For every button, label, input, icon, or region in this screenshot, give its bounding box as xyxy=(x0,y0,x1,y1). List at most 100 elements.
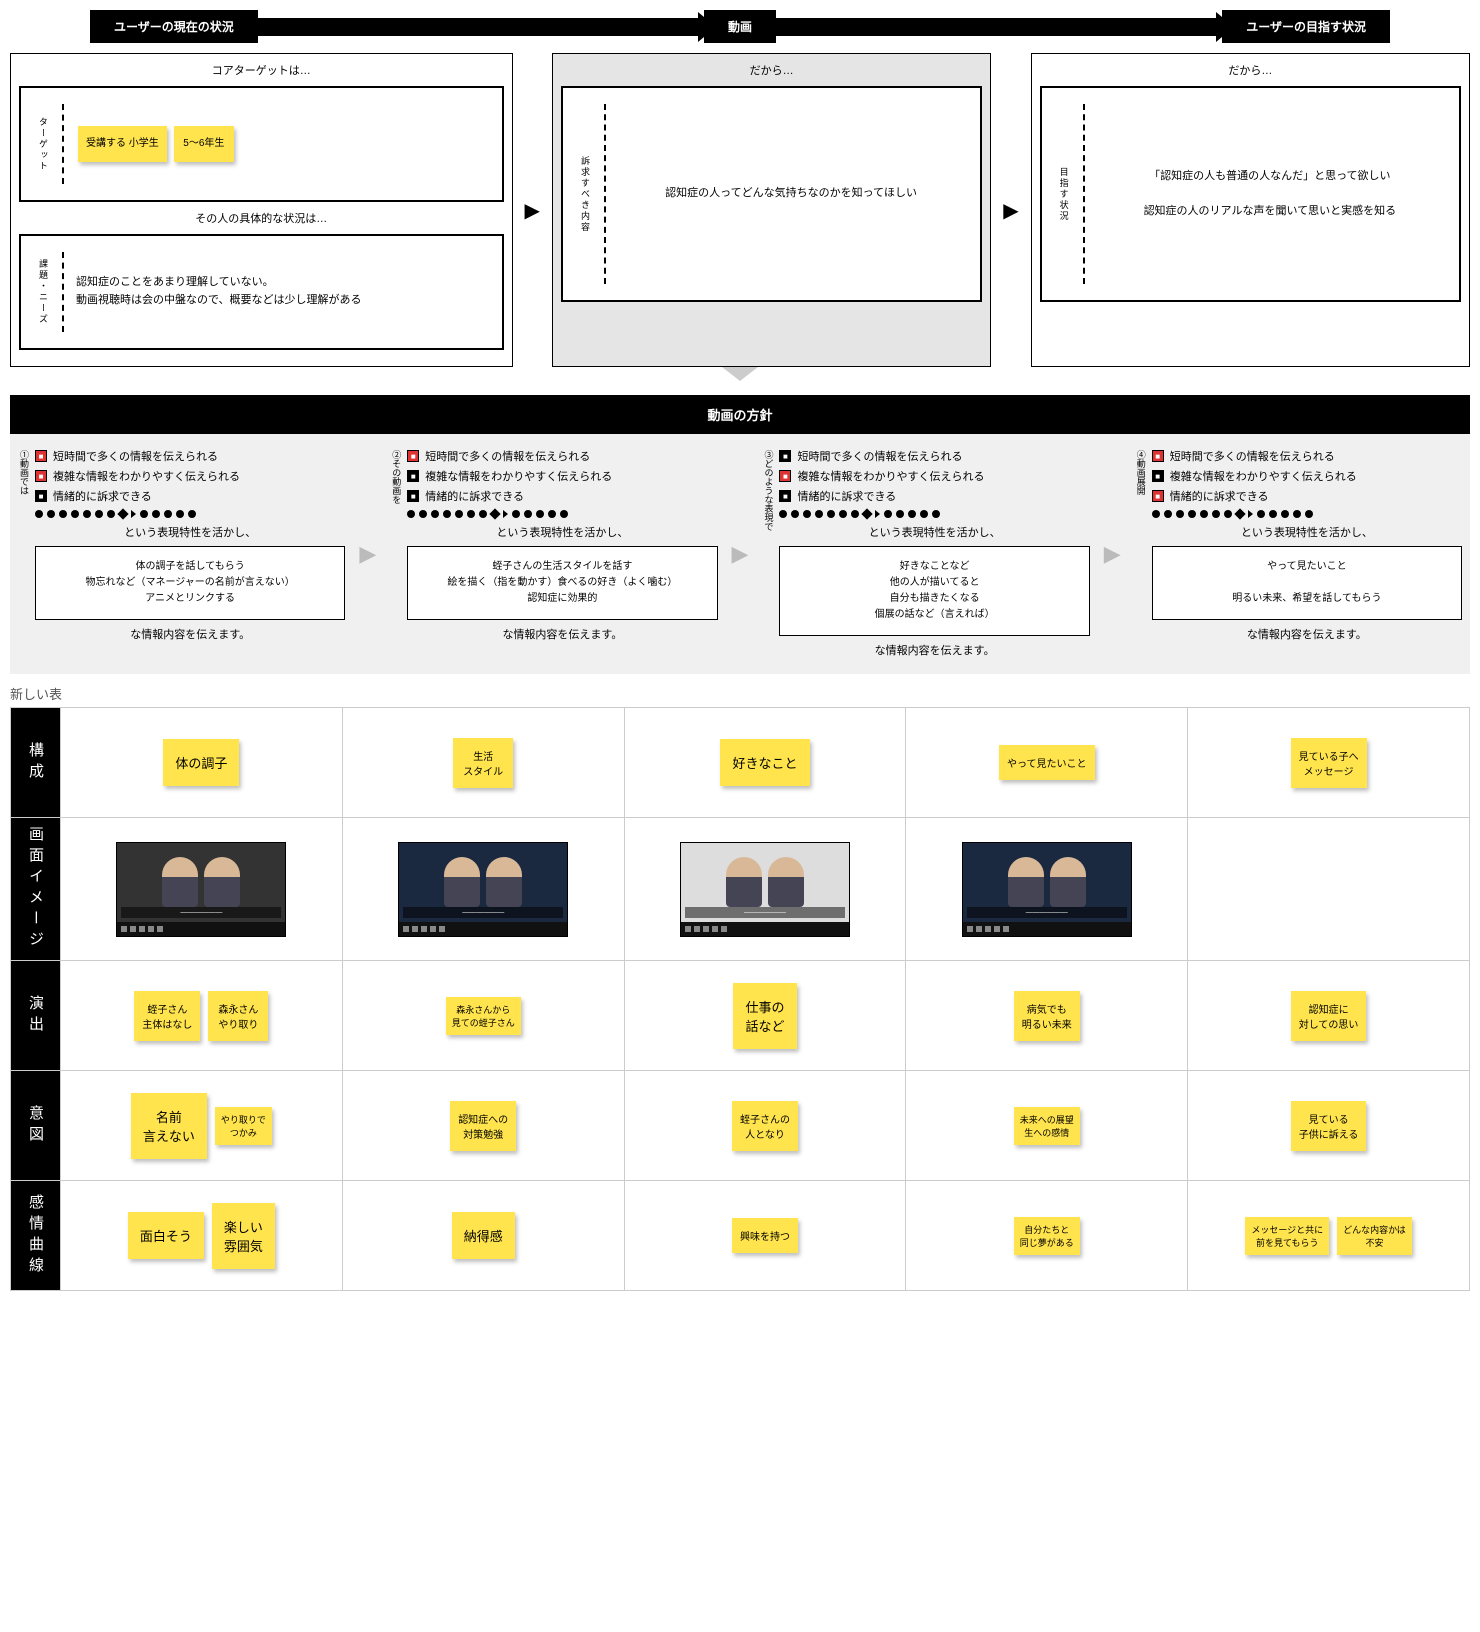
table-cell: ―――――― xyxy=(625,818,907,961)
video-thumbnail[interactable]: ―――――― xyxy=(398,842,568,937)
table-cell: 未来への展望 生への感情 xyxy=(906,1071,1188,1181)
sticky-note[interactable]: メッセージと共に 前を見てもらう xyxy=(1245,1217,1329,1255)
sticky-note[interactable]: 名前 言えない xyxy=(131,1093,207,1159)
sticky-note[interactable]: 5〜6年生 xyxy=(174,126,234,162)
sticky-note[interactable]: やって見たいこと xyxy=(999,745,1095,780)
check-item: ■短時間で多くの情報を伝えられる xyxy=(35,448,345,464)
table-cell: メッセージと共に 前を見てもらうどんな内容かは 不安 xyxy=(1188,1181,1470,1291)
panel-heading: コアターゲットは… xyxy=(19,62,504,78)
needs-text: 認知症のことをあまり理解していない。 動画視聴時は会の中盤なので、概要などは少し… xyxy=(76,274,486,309)
sticky-note[interactable]: 納得感 xyxy=(452,1212,515,1259)
chevron-right-icon: ▶ xyxy=(1104,541,1121,567)
checkbox-icon: ■ xyxy=(779,450,791,462)
video-thumbnail[interactable]: ―――――― xyxy=(680,842,850,937)
vlabel-needs: 課題・ニーズ xyxy=(37,259,50,325)
video-thumbnail[interactable]: ―――――― xyxy=(116,842,286,937)
policy-exploit-text: という表現特性を活かし、 xyxy=(779,524,1089,540)
sticky-note[interactable]: 見ている 子供に訴える xyxy=(1291,1101,1367,1151)
check-label: 短時間で多くの情報を伝えられる xyxy=(797,448,962,464)
check-label: 情緒的に訴求できる xyxy=(425,488,524,504)
check-item: ■ 短時間で多くの情報を伝えられる xyxy=(779,448,1089,464)
sticky-note[interactable]: 認知症に 対しての思い xyxy=(1291,991,1367,1041)
check-label: 情緒的に訴求できる xyxy=(1170,488,1269,504)
sticky-note[interactable]: やり取りで つかみ xyxy=(215,1107,272,1145)
checkbox-icon: ■ xyxy=(35,450,47,462)
table-cell: 好きなこと xyxy=(625,708,907,818)
policy-content-box: 蛭子さんの生活スタイルを話す 絵を描く（指を動かす）食べるの好き（よく噛む） 認… xyxy=(407,546,717,620)
video-thumbnail[interactable]: ―――――― xyxy=(962,842,1132,937)
check-label: 短時間で多くの情報を伝えられる xyxy=(1170,448,1335,464)
flow-label-right: ユーザーの目指す状況 xyxy=(1222,10,1390,43)
pointer-down-icon xyxy=(722,367,758,381)
policy-convey-text: な情報内容を伝えます。 xyxy=(779,642,1089,658)
table-cell: 見ている子へ メッセージ xyxy=(1188,708,1470,818)
sticky-note[interactable]: 森永さん やり取り xyxy=(208,991,268,1041)
check-label: 複雑な情報をわかりやすく伝えられる xyxy=(53,468,240,484)
sticky-note[interactable]: 受講する 小学生 xyxy=(78,126,167,162)
row-header-kosei: 構成 xyxy=(11,708,61,818)
chevron-right-icon: ▶ xyxy=(732,541,749,567)
policy-title-bar: 動画の方針 xyxy=(10,395,1470,434)
checkbox-icon: ■ xyxy=(1152,450,1164,462)
check-item: ■ 情緒的に訴求できる xyxy=(35,488,345,504)
sticky-note[interactable]: 自分たちと 同じ夢がある xyxy=(1014,1217,1080,1255)
sticky-note[interactable]: 認知症への 対策勉強 xyxy=(450,1101,516,1151)
sticky-note[interactable]: 面白そう xyxy=(128,1212,204,1259)
chevron-right-icon: ▶ xyxy=(999,198,1022,223)
table-cell: 自分たちと 同じ夢がある xyxy=(906,1181,1188,1291)
table-title: 新しい表 xyxy=(10,684,1470,703)
sticky-note[interactable]: 見ている子へ メッセージ xyxy=(1291,738,1367,788)
table-cell xyxy=(1188,818,1470,961)
policy-convey-text: な情報内容を伝えます。 xyxy=(1152,626,1462,642)
arrow-icon xyxy=(258,18,704,36)
policy-column: ①動画では■短時間で多くの情報を伝えられる■複雑な情報をわかりやすく伝えられる■… xyxy=(10,434,353,674)
sticky-note[interactable]: どんな内容かは 不安 xyxy=(1337,1217,1412,1255)
planning-table: 構成 体の調子 生活 スタイル 好きなこと やって見たいこと 見ている子へ メッセージ画面… xyxy=(10,707,1470,1291)
sticky-note[interactable]: 楽しい 雰囲気 xyxy=(212,1203,275,1269)
dots-divider xyxy=(35,510,345,518)
panel-heading: だから… xyxy=(561,62,982,78)
table-cell: やって見たいこと xyxy=(906,708,1188,818)
check-item: ■ 短時間で多くの情報を伝えられる xyxy=(1152,448,1462,464)
goal-line1: 「認知症の人も普通の人なんだ」と思って欲しい xyxy=(1097,168,1443,186)
check-label: 複雑な情報をわかりやすく伝えられる xyxy=(797,468,984,484)
sticky-note[interactable]: 病気でも 明るい未来 xyxy=(1014,991,1080,1041)
check-label: 情緒的に訴求できる xyxy=(53,488,152,504)
policy-convey-text: な情報内容を伝えます。 xyxy=(35,626,345,642)
table-cell: 認知症への 対策勉強 xyxy=(343,1071,625,1181)
checkbox-icon: ■ xyxy=(407,470,419,482)
sticky-note[interactable]: 生活 スタイル xyxy=(453,738,513,788)
sticky-note[interactable]: 興味を持つ xyxy=(732,1218,798,1253)
sticky-note[interactable]: 蛭子さん 主体はなし xyxy=(134,991,200,1041)
dashed-separator xyxy=(62,104,64,184)
checkbox-icon: ■ xyxy=(407,490,419,502)
row-header-gamen: 画面イメージ xyxy=(11,818,61,961)
panel-heading: だから… xyxy=(1040,62,1461,78)
table-cell: 面白そう楽しい 雰囲気 xyxy=(61,1181,343,1291)
sticky-note[interactable]: 未来への展望 生への感情 xyxy=(1014,1107,1080,1145)
table-cell: 蛭子さんの 人となり xyxy=(625,1071,907,1181)
flow-header: ユーザーの現在の状況 動画 ユーザーの目指す状況 xyxy=(10,10,1470,43)
dashed-separator xyxy=(1083,104,1085,284)
table-cell: 仕事の 話など xyxy=(625,961,907,1071)
table-cell: 納得感 xyxy=(343,1181,625,1291)
policy-content-box: 体の調子を話してもらう 物忘れなど（マネージャーの名前が言えない） アニメとリン… xyxy=(35,546,345,620)
sticky-note[interactable]: 好きなこと xyxy=(720,739,809,786)
sticky-note[interactable]: 森永さんから 見ての蛭子さん xyxy=(446,997,521,1035)
sticky-note[interactable]: 蛭子さんの 人となり xyxy=(732,1101,798,1151)
vlabel-goal: 目指す状況 xyxy=(1058,167,1071,222)
policy-vlabel: ④動画展開 xyxy=(1135,444,1148,664)
chevron-right-icon: ▶ xyxy=(521,198,544,223)
dots-divider xyxy=(1152,510,1462,518)
flow-label-left: ユーザーの現在の状況 xyxy=(90,10,258,43)
policy-vlabel: ①動画では xyxy=(18,444,31,664)
checkbox-icon: ■ xyxy=(35,490,47,502)
checkbox-icon: ■ xyxy=(35,470,47,482)
check-item: ■情緒的に訴求できる xyxy=(779,488,1089,504)
table-cell: 名前 言えないやり取りで つかみ xyxy=(61,1071,343,1181)
sticky-note[interactable]: 仕事の 話など xyxy=(733,983,796,1049)
appeal-text: 認知症の人ってどんな気持ちなのかを知ってほしい xyxy=(618,185,964,203)
check-label: 情緒的に訴求できる xyxy=(797,488,896,504)
sticky-note[interactable]: 体の調子 xyxy=(163,739,239,786)
table-cell: 体の調子 xyxy=(61,708,343,818)
